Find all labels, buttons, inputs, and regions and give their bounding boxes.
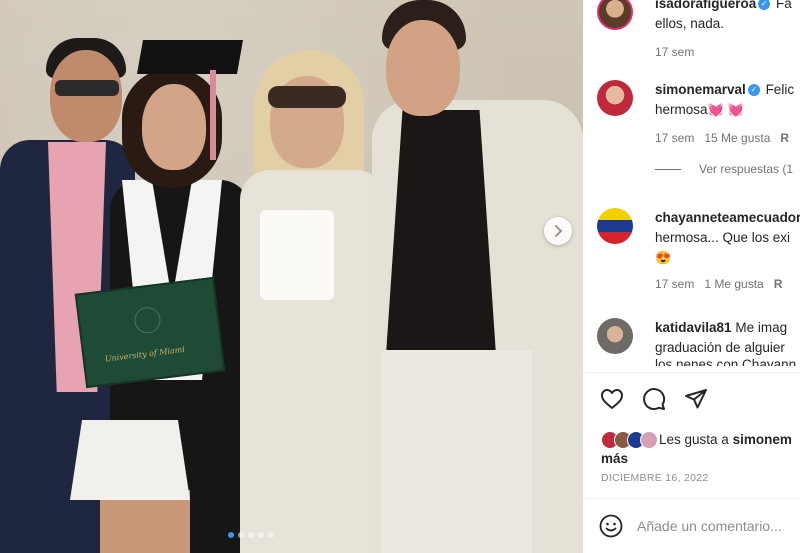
comment-username[interactable]: isadorafigueroa (655, 0, 756, 11)
divider (583, 498, 800, 499)
verified-badge-icon: ✓ (747, 84, 760, 97)
post-date[interactable]: DICIEMBRE 16, 2022 (601, 472, 709, 484)
comment-time[interactable]: 17 sem (655, 45, 694, 59)
carousel-dot[interactable] (228, 532, 234, 538)
comment-text-line: graduación de alguier (655, 340, 785, 355)
comments-panel: isadorafigueroa ✓ Fa ellos, nada. 17 sem … (583, 0, 800, 553)
comment-text-line: hermosa... Que los exi (655, 230, 791, 245)
person-young-man (372, 0, 583, 553)
reply-button[interactable]: R (780, 131, 789, 145)
comment-text-line: hermosa (655, 102, 708, 117)
avatar[interactable] (597, 0, 633, 30)
chevron-right-icon (555, 225, 563, 237)
comment-username[interactable]: simonemarval (655, 82, 746, 97)
comment-time[interactable]: 17 sem (655, 131, 694, 145)
heart-icon (601, 389, 623, 409)
diploma-text: University of Miami (104, 344, 186, 364)
heart-eyes-emoji-icon: 😍 (655, 250, 672, 265)
comment-text: Fa (776, 0, 792, 11)
person-graduate: University of Miami (70, 40, 250, 553)
comment-likes[interactable]: 15 Me gusta (704, 131, 770, 145)
carousel-dot[interactable] (238, 532, 244, 538)
share-button[interactable] (683, 386, 709, 412)
add-comment-bar (599, 514, 800, 538)
comment-text: Felic (765, 82, 795, 97)
comment-username[interactable]: chayanneteamecuador (655, 210, 800, 225)
carousel-next-button[interactable] (544, 217, 572, 245)
comment-text: Me imag (735, 320, 788, 335)
reply-button[interactable]: R (774, 277, 783, 291)
post-photo: University of Miami (0, 0, 583, 553)
comment-input[interactable] (637, 518, 800, 534)
share-icon (685, 389, 707, 409)
carousel-dot[interactable] (248, 532, 254, 538)
comment-time[interactable]: 17 sem (655, 277, 694, 291)
likes-more[interactable]: más (601, 451, 628, 466)
avatar[interactable] (597, 80, 633, 116)
heart-emoji-icon: 💓 (727, 102, 744, 117)
graduation-cap (137, 40, 243, 74)
liker-username[interactable]: simonem (733, 432, 792, 447)
comment-text-line: los nenes con Chayann (655, 358, 797, 366)
diploma-seal-icon (132, 305, 162, 335)
avatar[interactable] (597, 318, 633, 354)
sunglasses (268, 86, 346, 108)
post-actions (599, 386, 709, 412)
comment-icon (643, 388, 666, 411)
divider (583, 372, 800, 373)
liker-avatars (601, 431, 658, 450)
avatar (640, 431, 658, 450)
like-button[interactable] (599, 386, 625, 412)
comment-username[interactable]: katidavila81 (655, 320, 732, 335)
diploma-cover: University of Miami (74, 276, 226, 389)
comment-button[interactable] (641, 386, 667, 412)
likes-summary: Les gusta a simonem más (601, 431, 792, 467)
carousel-dot[interactable] (258, 532, 264, 538)
carousel-dot[interactable] (268, 532, 274, 538)
carousel-indicator (228, 532, 274, 538)
verified-badge-icon: ✓ (758, 0, 771, 11)
heart-emoji-icon: 💓 (707, 102, 724, 117)
comment-text-line: ellos, nada. (655, 16, 725, 31)
avatar[interactable] (597, 208, 633, 244)
emoji-icon[interactable] (599, 514, 623, 538)
view-replies-button[interactable]: Ver respuestas (1 (655, 162, 793, 176)
comment-likes[interactable]: 1 Me gusta (704, 277, 763, 291)
person-woman-white-suit (232, 50, 392, 553)
